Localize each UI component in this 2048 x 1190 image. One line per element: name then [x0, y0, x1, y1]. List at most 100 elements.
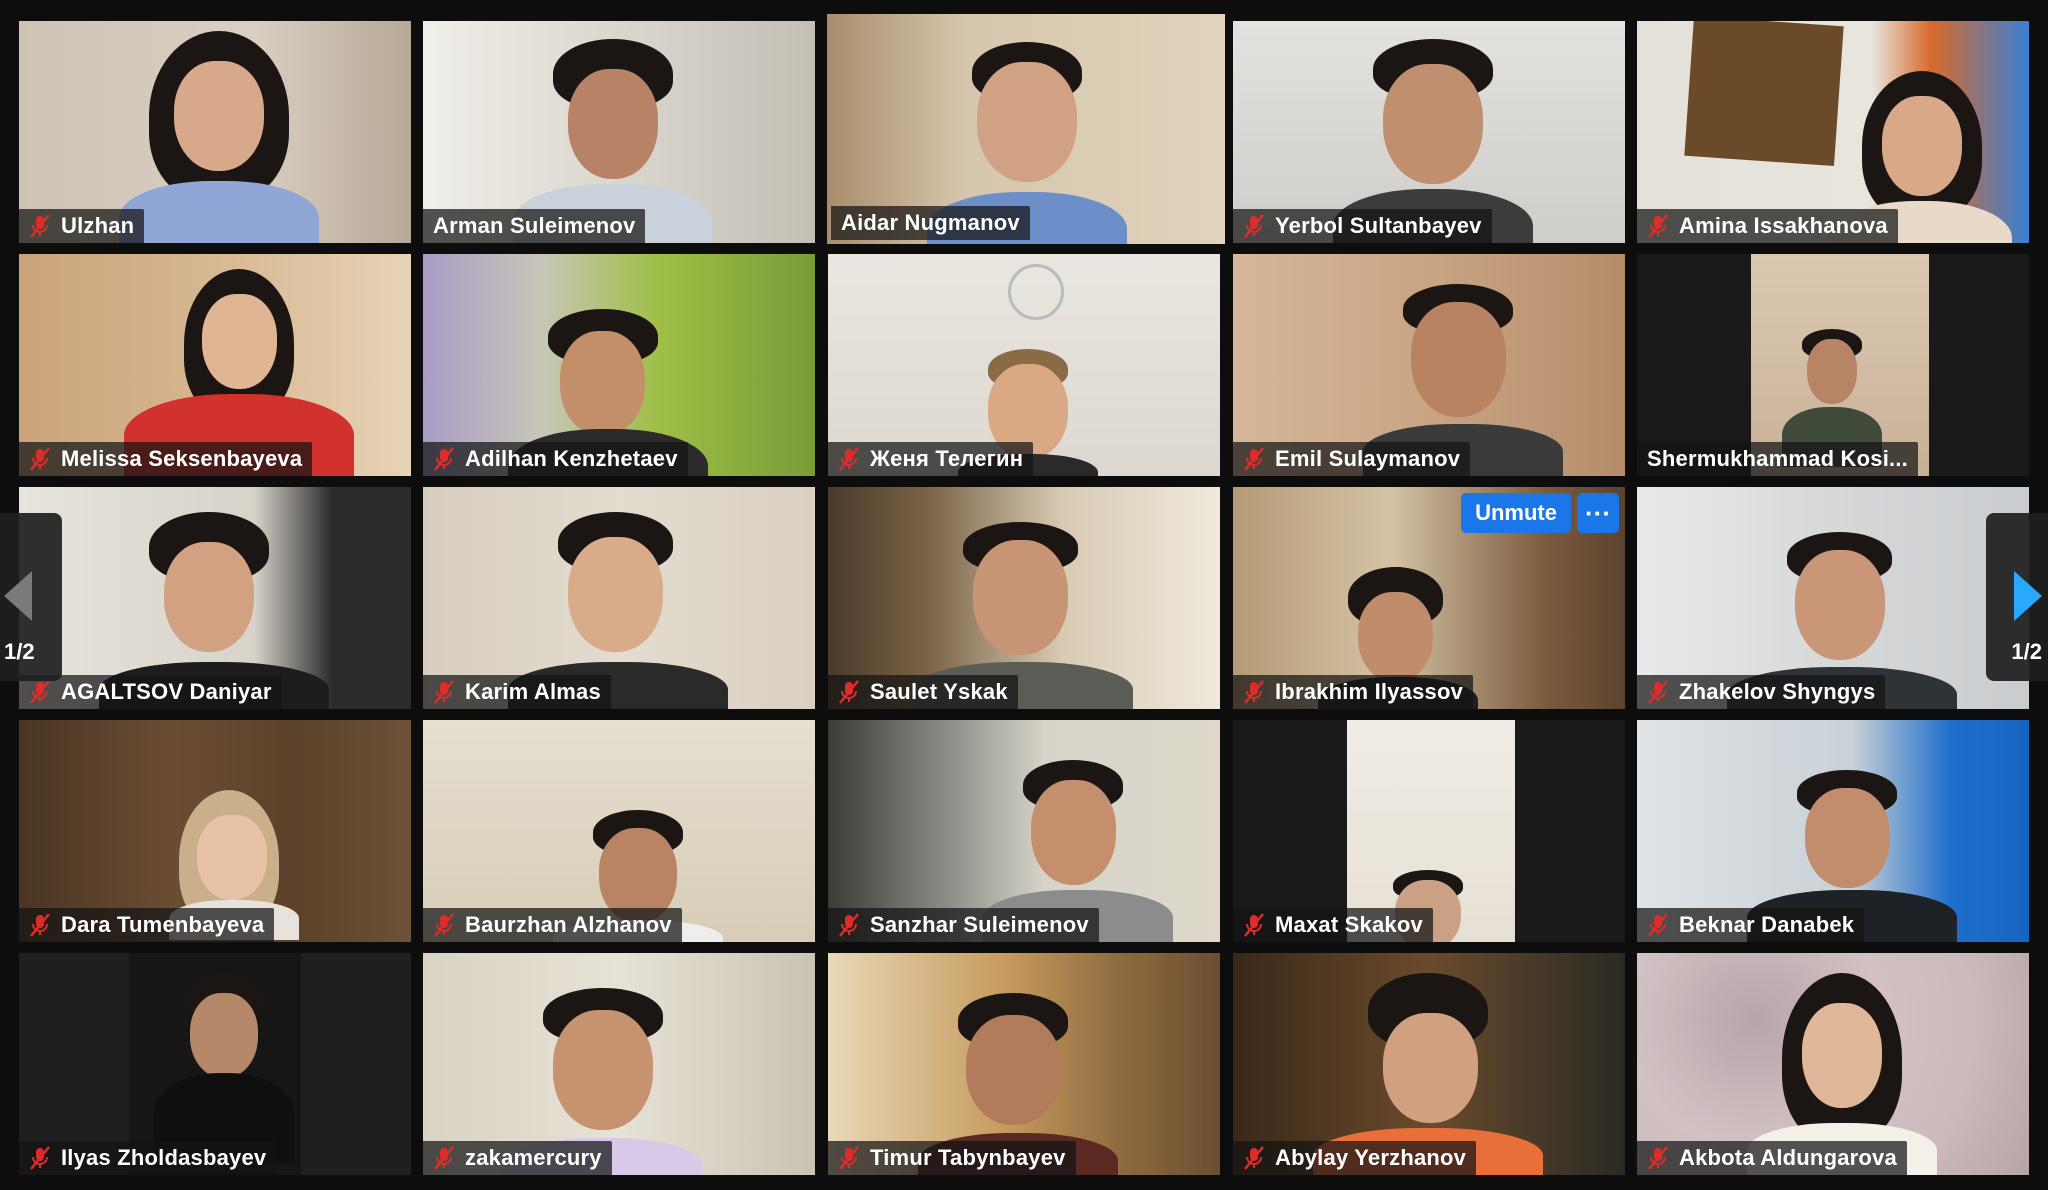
- participant-name: Dara Tumenbayeva: [61, 912, 265, 937]
- participant-name: Ilyas Zholdasbayev: [61, 1145, 267, 1170]
- participant-name: Emil Sulaymanov: [1275, 446, 1461, 471]
- muted-microphone-icon: [1241, 1145, 1267, 1171]
- participant-tile[interactable]: Baurzhan Alzhanov: [423, 720, 815, 942]
- muted-microphone-icon: [1241, 446, 1267, 472]
- participant-nameplate: Dara Tumenbayeva: [19, 908, 275, 942]
- muted-microphone-icon: [27, 1145, 53, 1171]
- muted-microphone-icon: [1241, 912, 1267, 938]
- participant-tile[interactable]: Karim Almas: [423, 487, 815, 709]
- participant-nameplate: Arman Suleimenov: [423, 209, 646, 243]
- participant-nameplate: zakamercury: [423, 1141, 612, 1175]
- participant-name: Ulzhan: [61, 213, 135, 238]
- participant-nameplate: Beknar Danabek: [1637, 908, 1865, 942]
- participant-name: Amina Issakhanova: [1679, 213, 1888, 238]
- muted-microphone-icon: [431, 1145, 457, 1171]
- page-indicator: 1/2: [2011, 639, 2042, 664]
- page-indicator: 1/2: [4, 639, 35, 664]
- participant-tile[interactable]: Sanzhar Suleimenov: [828, 720, 1220, 942]
- participant-name: Sanzhar Suleimenov: [870, 912, 1089, 937]
- wall-poster: [1684, 21, 1844, 167]
- muted-microphone-icon: [1645, 213, 1671, 239]
- muted-microphone-icon: [1645, 912, 1671, 938]
- right-arrow-icon: [2014, 571, 2042, 621]
- participant-name: Abylay Yerzhanov: [1275, 1145, 1467, 1170]
- participant-name: Timur Tabynbayev: [870, 1145, 1066, 1170]
- participant-nameplate: Akbota Aldungarova: [1637, 1141, 1907, 1175]
- participant-tile[interactable]: AGALTSOV Daniyar: [19, 487, 411, 709]
- participant-name: AGALTSOV Daniyar: [61, 679, 272, 704]
- participant-name: Saulet Yskak: [870, 679, 1008, 704]
- participant-tile[interactable]: Женя Телегин: [828, 254, 1220, 476]
- participant-name: Zhakelov Shyngys: [1679, 679, 1876, 704]
- participant-tile[interactable]: Zhakelov Shyngys: [1637, 487, 2029, 709]
- participant-tile[interactable]: Saulet Yskak: [828, 487, 1220, 709]
- participant-tile[interactable]: Melissa Seksenbayeva: [19, 254, 411, 476]
- muted-microphone-icon: [836, 446, 862, 472]
- muted-microphone-icon: [431, 446, 457, 472]
- participant-name: Женя Телегин: [870, 446, 1024, 471]
- participant-tile[interactable]: Maxat Skakov: [1233, 720, 1625, 942]
- participant-tile[interactable]: Akbota Aldungarova: [1637, 953, 2029, 1175]
- participant-name: Beknar Danabek: [1679, 912, 1855, 937]
- participant-name: Yerbol Sultanbayev: [1275, 213, 1482, 238]
- participant-tile[interactable]: Unmute ··· Ibrakhim Ilyassov: [1233, 487, 1625, 709]
- participant-name: Arman Suleimenov: [433, 213, 636, 238]
- participant-name: Ibrakhim Ilyassov: [1275, 679, 1464, 704]
- participant-name: Shermukhammad Kosi...: [1647, 446, 1908, 471]
- muted-microphone-icon: [1645, 679, 1671, 705]
- participant-nameplate: Amina Issakhanova: [1637, 209, 1898, 243]
- participant-nameplate: Aidar Nugmanov: [831, 206, 1030, 240]
- more-options-button[interactable]: ···: [1577, 493, 1619, 533]
- participant-tile[interactable]: Arman Suleimenov: [423, 21, 815, 243]
- participant-name: Aidar Nugmanov: [841, 210, 1020, 235]
- participant-nameplate: Ilyas Zholdasbayev: [19, 1141, 277, 1175]
- muted-microphone-icon: [836, 1145, 862, 1171]
- tile-hover-controls: Unmute ···: [1461, 493, 1619, 533]
- muted-microphone-icon: [431, 679, 457, 705]
- participant-tile[interactable]: Ilyas Zholdasbayev: [19, 953, 411, 1175]
- participant-tile[interactable]: Yerbol Sultanbayev: [1233, 21, 1625, 243]
- participant-nameplate: Ulzhan: [19, 209, 145, 243]
- participant-nameplate: Saulet Yskak: [828, 675, 1018, 709]
- participant-name: Maxat Skakov: [1275, 912, 1423, 937]
- muted-microphone-icon: [27, 679, 53, 705]
- left-arrow-icon: [4, 571, 32, 621]
- participant-nameplate: Melissa Seksenbayeva: [19, 442, 313, 476]
- muted-microphone-icon: [1241, 679, 1267, 705]
- participant-nameplate: Emil Sulaymanov: [1233, 442, 1471, 476]
- participant-name: Melissa Seksenbayeva: [61, 446, 303, 471]
- participant-tile[interactable]: Timur Tabynbayev: [828, 953, 1220, 1175]
- participant-nameplate: Yerbol Sultanbayev: [1233, 209, 1492, 243]
- participant-nameplate: Adilhan Kenzhetaev: [423, 442, 688, 476]
- participant-nameplate: Maxat Skakov: [1233, 908, 1433, 942]
- participant-tile[interactable]: Emil Sulaymanov: [1233, 254, 1625, 476]
- chandelier: [1008, 264, 1064, 320]
- next-page-button[interactable]: 1/2: [1986, 513, 2048, 681]
- participant-tile[interactable]: Abylay Yerzhanov: [1233, 953, 1625, 1175]
- participant-tile[interactable]: zakamercury: [423, 953, 815, 1175]
- participant-name: Akbota Aldungarova: [1679, 1145, 1897, 1170]
- muted-microphone-icon: [1241, 213, 1267, 239]
- muted-microphone-icon: [836, 912, 862, 938]
- participant-tile-active-speaker[interactable]: Aidar Nugmanov: [827, 14, 1225, 244]
- muted-microphone-icon: [27, 446, 53, 472]
- participant-tile[interactable]: Shermukhammad Kosi...: [1637, 254, 2029, 476]
- participant-nameplate: Baurzhan Alzhanov: [423, 908, 682, 942]
- participant-nameplate: Timur Tabynbayev: [828, 1141, 1076, 1175]
- participant-tile[interactable]: Ulzhan: [19, 21, 411, 243]
- previous-page-button[interactable]: 1/2: [0, 513, 62, 681]
- participant-nameplate: Karim Almas: [423, 675, 611, 709]
- participant-tile[interactable]: Beknar Danabek: [1637, 720, 2029, 942]
- participant-tile[interactable]: Dara Tumenbayeva: [19, 720, 411, 942]
- participant-nameplate: Abylay Yerzhanov: [1233, 1141, 1477, 1175]
- participant-tile[interactable]: Amina Issakhanova: [1637, 21, 2029, 243]
- participant-tile[interactable]: Adilhan Kenzhetaev: [423, 254, 815, 476]
- muted-microphone-icon: [836, 679, 862, 705]
- participant-nameplate: Sanzhar Suleimenov: [828, 908, 1099, 942]
- muted-microphone-icon: [27, 912, 53, 938]
- video-gallery: Ulzhan Arman Suleimenov Aidar Nugmanov Y…: [0, 0, 2048, 1190]
- unmute-button[interactable]: Unmute: [1461, 493, 1571, 533]
- participant-name: zakamercury: [465, 1145, 602, 1170]
- participant-name: Karim Almas: [465, 679, 601, 704]
- participant-nameplate: Ibrakhim Ilyassov: [1233, 675, 1474, 709]
